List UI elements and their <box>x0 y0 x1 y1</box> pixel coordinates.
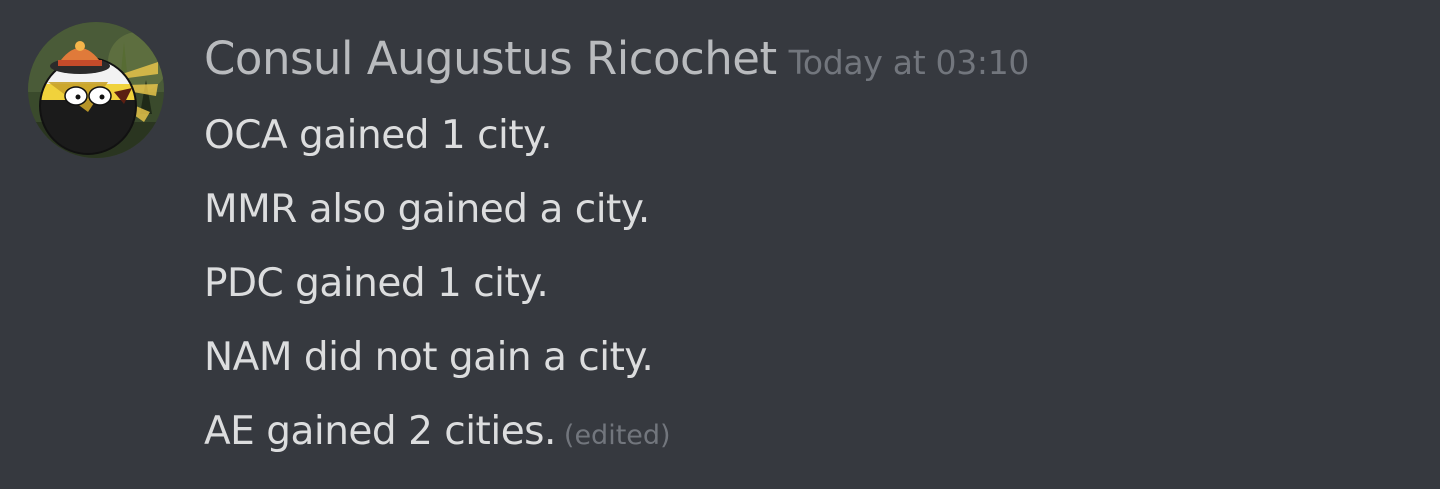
chat-message: Consul Augustus Ricochet Today at 03:10 O… <box>0 0 1440 489</box>
countryball-avatar-icon <box>28 22 164 158</box>
user-avatar[interactable] <box>28 22 164 158</box>
message-line: PDC gained 1 city. <box>204 256 671 330</box>
message-line: OCA gained 1 city. <box>204 108 671 182</box>
message-header: Consul Augustus Ricochet Today at 03:10 <box>204 32 1029 96</box>
message-line-text: NAM did not gain a city. <box>204 335 654 380</box>
message-line: NAM did not gain a city. <box>204 330 671 404</box>
message-line: MMR also gained a city. <box>204 182 671 256</box>
username[interactable]: Consul Augustus Ricochet <box>204 32 777 85</box>
message-line-text: PDC gained 1 city. <box>204 261 549 306</box>
message-line-text: OCA gained 1 city. <box>204 113 553 158</box>
message-line-text: AE gained 2 cities. <box>204 409 556 454</box>
message-line: AE gained 2 cities. (edited) <box>204 404 671 478</box>
message-content: OCA gained 1 city. MMR also gained a cit… <box>204 108 671 478</box>
edited-label: (edited) <box>563 420 671 451</box>
timestamp: Today at 03:10 <box>788 43 1030 82</box>
message-line-text: MMR also gained a city. <box>204 187 650 232</box>
